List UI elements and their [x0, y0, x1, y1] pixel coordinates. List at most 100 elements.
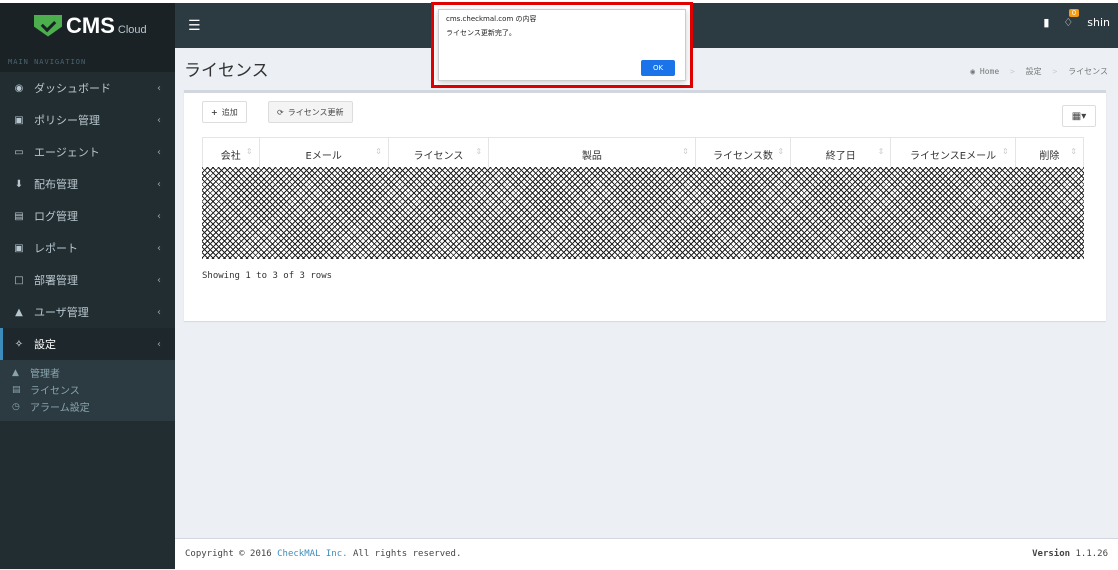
bookmark-icon[interactable]: ▮ [1043, 16, 1049, 29]
add-button[interactable]: + 追加 [202, 101, 247, 123]
dialog-origin: cms.checkmal.com の内容 [446, 15, 537, 23]
settings-submenu: ▲ 管理者 ▤ ライセンス ◷ アラーム設定 [0, 360, 175, 421]
redacted-table-rows [202, 167, 1084, 259]
columns-toggle-button[interactable]: ▦▾ [1062, 105, 1096, 127]
sidebar: MAIN NAVIGATION ◉ ダッシュボード ‹ ▣ ポリシー管理 ‹ ▭… [0, 48, 175, 569]
sidebar-item-users[interactable]: ▲ ユーザ管理 ‹ [0, 296, 175, 328]
dashboard-icon: ◉ [14, 82, 24, 94]
sort-icon: ⇕ [877, 146, 885, 156]
page-title: ライセンス [184, 61, 269, 81]
alert-dialog-highlight: cms.checkmal.com の内容 ライセンス更新完了。 OK [431, 2, 693, 88]
navbar-right: ▮ ♢ 0 shin [1043, 9, 1110, 29]
column-product[interactable]: 製品 ⇕ [488, 137, 696, 171]
column-company[interactable]: 会社 ⇕ [202, 137, 260, 171]
shield-check-icon [34, 14, 62, 37]
ok-button[interactable]: OK [641, 60, 675, 76]
chevron-left-icon: ‹ [157, 82, 161, 94]
sidebar-header: MAIN NAVIGATION [0, 48, 175, 72]
notification-badge: 0 [1068, 9, 1080, 17]
column-license-count[interactable]: ライセンス数 ⇕ [694, 137, 792, 171]
version-info: Version 1.1.26 [1032, 549, 1108, 559]
sidebar-item-label: 配布管理 [34, 178, 78, 191]
logo-text: CMS [66, 12, 115, 38]
column-label: ライセンス [413, 150, 464, 162]
sort-icon: ⇕ [682, 146, 689, 156]
column-end-date[interactable]: 終了日 ⇕ [790, 137, 892, 171]
breadcrumb-settings[interactable]: 設定 [1026, 67, 1042, 76]
admin-icon: ▲ [12, 367, 19, 378]
sidebar-item-agent[interactable]: ▭ エージェント ‹ [0, 136, 175, 168]
user-icon: ▲ [15, 306, 23, 318]
version-number: 1.1.26 [1075, 549, 1108, 559]
chevron-left-icon: ‹ [157, 306, 161, 318]
sidebar-item-logs[interactable]: ▤ ログ管理 ‹ [0, 200, 175, 232]
download-icon: ⬇ [14, 178, 24, 190]
sidebar-item-label: ユーザ管理 [34, 306, 89, 319]
list-icon: ▤ [14, 210, 24, 222]
menu-toggle-icon[interactable]: ☰ [188, 18, 201, 34]
sidebar-item-policy[interactable]: ▣ ポリシー管理 ‹ [0, 104, 175, 136]
refresh-icon: ⟳ [277, 107, 284, 117]
monitor-icon: ▭ [14, 146, 24, 158]
license-box: + 追加 ⟳ ライセンス更新 ▦▾ 会社 ⇕ Eメール ⇕ ライセンス ⇕ 製品 ⇕ ラ… [184, 90, 1106, 321]
breadcrumb-home[interactable]: Home [980, 67, 999, 76]
user-name[interactable]: shin [1087, 16, 1110, 29]
column-label: 会社 [220, 150, 241, 162]
card-icon: ▤ [12, 384, 21, 395]
sort-icon: ⇕ [777, 146, 785, 156]
column-label: ライセンス数 [713, 150, 773, 162]
column-license-email[interactable]: ライセンスEメール ⇕ [890, 137, 1016, 171]
sidebar-item-label: エージェント [34, 146, 100, 159]
column-label: 終了日 [825, 150, 856, 162]
chevron-left-icon: ‹ [157, 114, 161, 126]
license-table: 会社 ⇕ Eメール ⇕ ライセンス ⇕ 製品 ⇕ ライセンス数 ⇕ 終了日 ⇕ ライセンスE… [202, 137, 1085, 171]
dialog-message: ライセンス更新完了。 [446, 29, 516, 37]
report-icon: ▣ [14, 242, 24, 254]
table-header-row: 会社 ⇕ Eメール ⇕ ライセンス ⇕ 製品 ⇕ ライセンス数 ⇕ 終了日 ⇕ ライセンスE… [202, 137, 1085, 171]
notifications-button[interactable]: ♢ 0 [1063, 9, 1080, 29]
company-link[interactable]: CheckMAL Inc. [277, 549, 347, 559]
sidebar-item-report[interactable]: ▣ レポート ‹ [0, 232, 175, 264]
breadcrumb-separator: > [1052, 67, 1058, 76]
column-label: 削除 [1039, 150, 1060, 162]
renew-button-label: ライセンス更新 [287, 107, 344, 117]
sidebar-item-label: ポリシー管理 [34, 114, 100, 127]
logo[interactable]: CMS Cloud [0, 3, 175, 48]
column-label: Eメール [305, 150, 342, 162]
sidebar-item-distribution[interactable]: ⬇ 配布管理 ‹ [0, 168, 175, 200]
sidebar-item-department[interactable]: □ 部署管理 ‹ [0, 264, 175, 296]
copyright-prefix: Copyright © 2016 [185, 549, 272, 559]
submenu-item-label: 管理者 [30, 369, 60, 380]
sidebar-item-label: 設定 [34, 338, 56, 351]
chevron-left-icon: ‹ [157, 242, 161, 254]
sidebar-item-dashboard[interactable]: ◉ ダッシュボード ‹ [0, 72, 175, 104]
column-email[interactable]: Eメール ⇕ [258, 137, 389, 171]
submenu-item-admin[interactable]: ▲ 管理者 [0, 364, 175, 381]
sidebar-item-label: ダッシュボード [34, 82, 111, 95]
column-label: 製品 [581, 150, 602, 162]
chevron-left-icon: ‹ [157, 146, 161, 158]
breadcrumb: ◉ Home > 設定 > ライセンス [970, 66, 1108, 77]
chevron-left-icon: ‹ [157, 178, 161, 190]
sidebar-item-label: ログ管理 [34, 210, 78, 223]
renew-license-button[interactable]: ⟳ ライセンス更新 [268, 101, 353, 123]
submenu-item-label: アラーム設定 [30, 403, 90, 414]
sidebar-item-label: 部署管理 [34, 274, 78, 287]
chevron-left-icon: ‹ [157, 274, 161, 286]
sidebar-item-settings[interactable]: ✧ 設定 ‹ [0, 328, 175, 360]
column-license[interactable]: ライセンス ⇕ [387, 137, 490, 171]
home-icon: ◉ [970, 67, 976, 76]
sort-icon: ⇕ [475, 146, 483, 156]
chevron-left-icon: ‹ [157, 210, 161, 222]
submenu-item-alarm[interactable]: ◷ アラーム設定 [0, 398, 175, 415]
submenu-item-license[interactable]: ▤ ライセンス [0, 381, 175, 398]
sort-icon: ⇕ [1002, 146, 1009, 156]
footer: Copyright © 2016 CheckMAL Inc. All right… [175, 538, 1118, 570]
grid-icon: ▦▾ [1071, 110, 1087, 122]
clock-icon: ◷ [12, 401, 20, 412]
column-delete[interactable]: 削除 ⇕ [1014, 137, 1085, 171]
sidebar-item-label: レポート [34, 242, 78, 255]
plus-icon: + [211, 107, 218, 117]
sort-icon: ⇕ [245, 146, 253, 156]
sort-icon: ⇕ [1070, 146, 1077, 156]
